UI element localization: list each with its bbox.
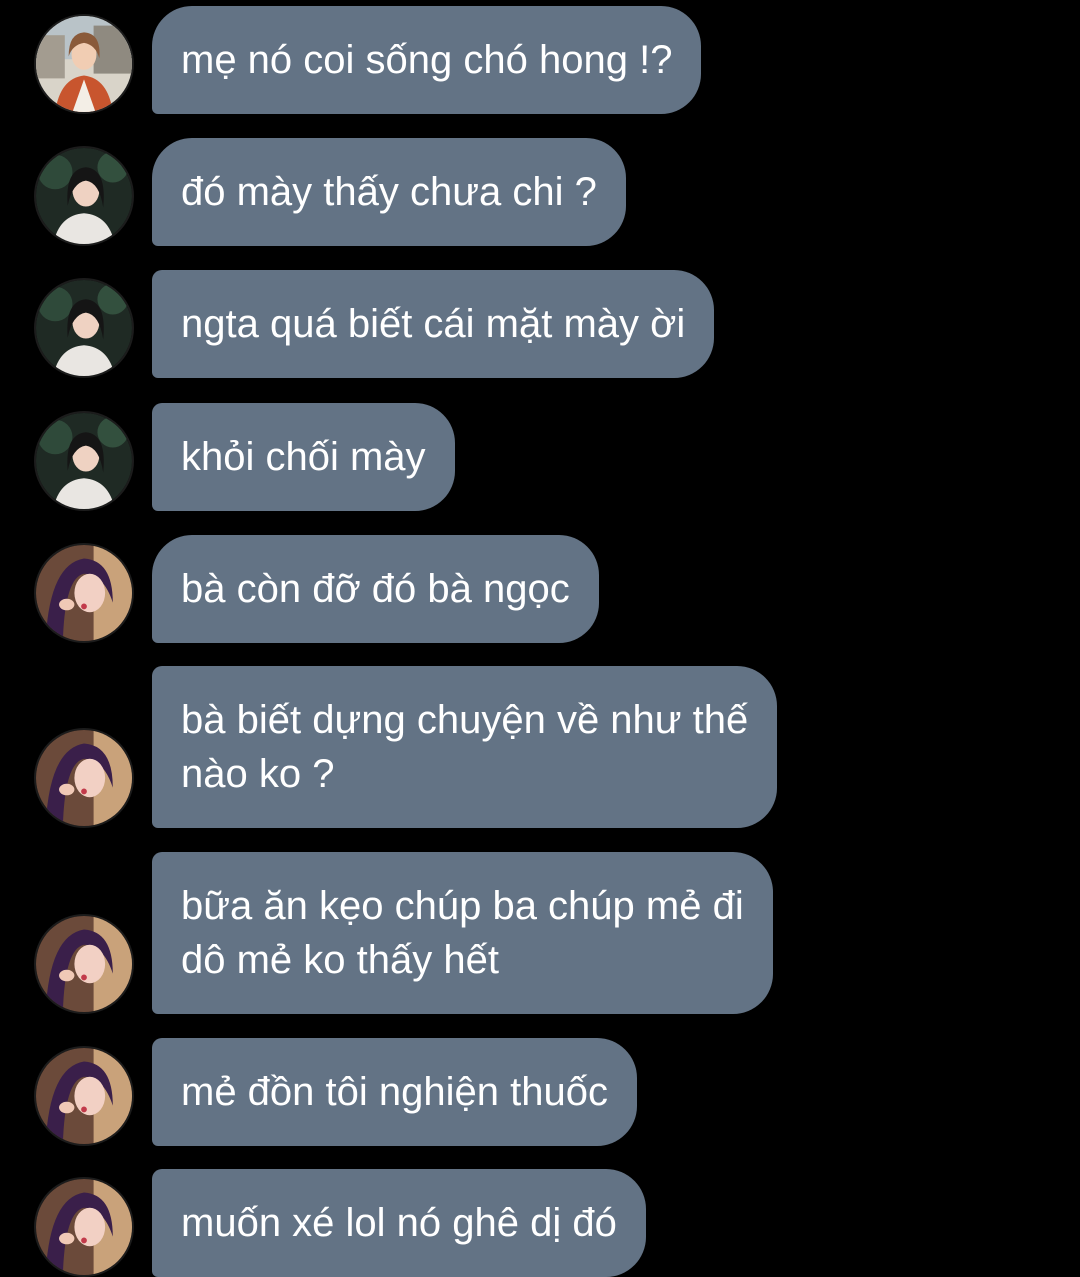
message-row: mẹ nó coi sống chó hong !? [0,6,1080,114]
message-row: ngta quá biết cái mặt mày ời [0,270,1080,378]
avatar-icon [36,280,132,376]
message-bubble[interactable]: đó mày thấy chưa chi ? [152,138,626,246]
avatar-user-b[interactable] [34,146,134,246]
avatar-user-b[interactable] [34,411,134,511]
message-row: bà biết dựng chuyện về như thế nào ko ? [0,666,1080,828]
message-bubble[interactable]: khỏi chối mày [152,403,455,511]
message-row: khỏi chối mày [0,403,1080,511]
message-bubble[interactable]: ngta quá biết cái mặt mày ời [152,270,715,378]
avatar-icon [36,148,132,244]
message-bubble[interactable]: bà biết dựng chuyện về như thế nào ko ? [152,666,778,828]
message-bubble[interactable]: bà còn đỡ đó bà ngọc [152,535,599,643]
message-row: bà còn đỡ đó bà ngọc [0,535,1080,643]
avatar-icon [36,730,132,826]
avatar-user-c[interactable] [34,914,134,1014]
message-row: mẻ đồn tôi nghiện thuốc [0,1038,1080,1146]
avatar-icon [36,413,132,509]
message-bubble[interactable]: muốn xé lol nó ghê dị đó [152,1169,646,1277]
message-bubble[interactable]: bữa ăn kẹo chúp ba chúp mẻ đi dô mẻ ko t… [152,852,773,1014]
avatar-user-c[interactable] [34,728,134,828]
avatar-icon [36,545,132,641]
avatar-user-c[interactable] [34,1177,134,1277]
message-row: muốn xé lol nó ghê dị đó [0,1169,1080,1277]
avatar-icon [36,1179,132,1275]
avatar-user-a[interactable] [34,14,134,114]
avatar-icon [36,1048,132,1144]
message-bubble[interactable]: mẹ nó coi sống chó hong !? [152,6,702,114]
chat-thread: mẹ nó coi sống chó hong !? đó mày thấy c… [0,0,1080,1277]
avatar-icon [36,916,132,1012]
avatar-user-c[interactable] [34,1046,134,1146]
message-row: bữa ăn kẹo chúp ba chúp mẻ đi dô mẻ ko t… [0,852,1080,1014]
message-bubble[interactable]: mẻ đồn tôi nghiện thuốc [152,1038,637,1146]
message-row: đó mày thấy chưa chi ? [0,138,1080,246]
avatar-user-c[interactable] [34,543,134,643]
avatar-icon [36,16,132,112]
avatar-user-b[interactable] [34,278,134,378]
